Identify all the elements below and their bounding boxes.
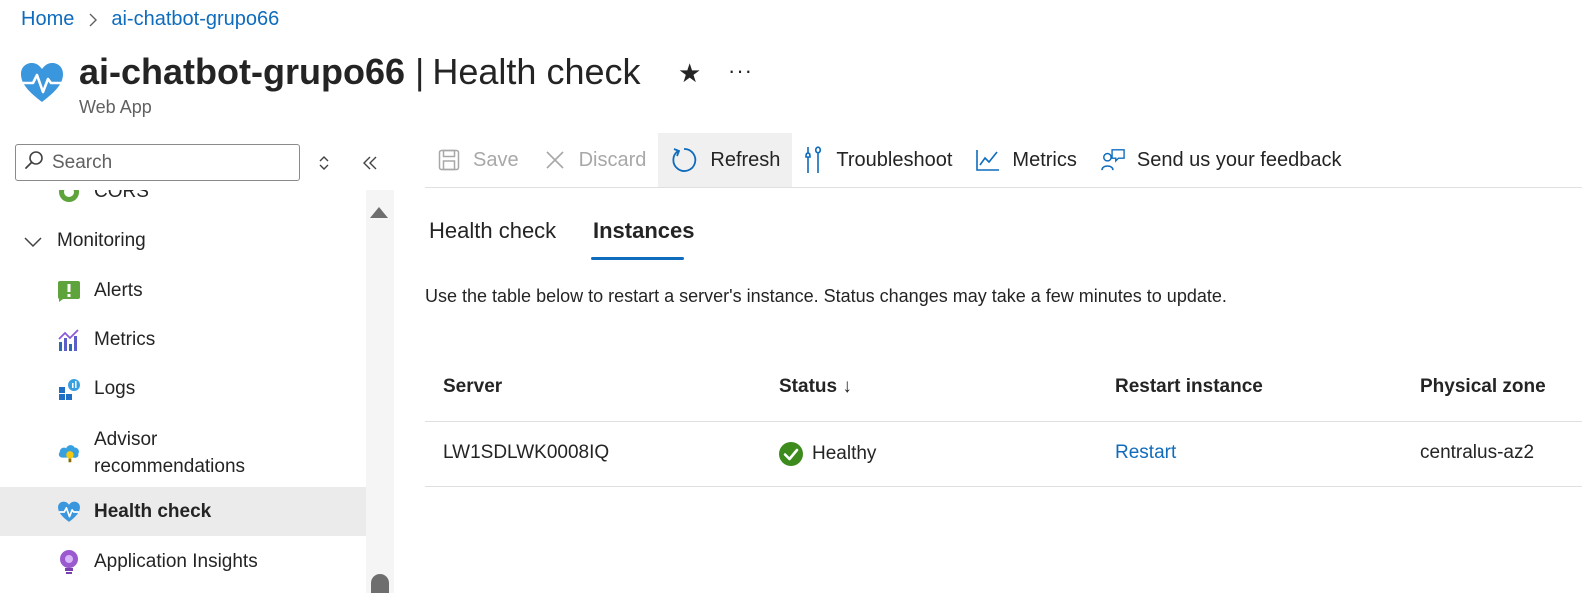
breadcrumb: Home ai-chatbot-grupo66 [21, 8, 279, 31]
page-name: Health check [432, 51, 641, 92]
more-options-icon[interactable]: ··· [728, 56, 753, 86]
tab-health-check[interactable]: Health check [429, 218, 556, 244]
save-label: Save [473, 148, 519, 171]
title-separator: | [415, 51, 425, 92]
column-header-restart[interactable]: Restart instance [1115, 376, 1263, 398]
favorite-star-icon[interactable]: ★ [678, 58, 701, 88]
tab-selected-indicator [591, 257, 684, 260]
sidebar-item-label: Metrics [94, 329, 156, 350]
restart-link[interactable]: Restart [1115, 442, 1176, 464]
sidebar-item-application-insights[interactable]: Application Insights [0, 542, 366, 582]
metrics-icon [57, 328, 81, 352]
feedback-label: Send us your feedback [1136, 148, 1342, 171]
collapse-sidebar-icon[interactable] [357, 150, 383, 176]
toolbar-divider [425, 187, 1582, 188]
heart-pulse-icon [19, 62, 65, 104]
healthy-check-icon [779, 442, 803, 466]
column-header-status[interactable]: Status ↓ [779, 376, 852, 398]
sidebar-item-label: Advisor recommendations [94, 426, 245, 480]
feedback-icon [1101, 147, 1125, 173]
search-input[interactable] [52, 151, 282, 174]
logs-icon [57, 377, 81, 401]
refresh-button[interactable]: Refresh [658, 133, 793, 187]
sidebar-item-alerts[interactable]: Alerts [0, 271, 366, 311]
sidebar-group-monitoring[interactable]: Monitoring [0, 221, 366, 261]
troubleshoot-label: Troubleshoot [836, 148, 953, 171]
sidebar-item-health-check[interactable]: Health check [0, 487, 366, 536]
cell-zone: centralus-az2 [1420, 442, 1535, 463]
sidebar-nav: CORS Monitoring Alerts Metrics Logs Advi… [0, 190, 366, 593]
scrollbar-thumb[interactable] [371, 574, 389, 593]
breadcrumb-home-link[interactable]: Home [21, 8, 74, 31]
sidebar-item-label: Logs [94, 378, 136, 399]
discard-label: Discard [578, 148, 647, 171]
refresh-label: Refresh [710, 148, 781, 171]
metrics-label: Metrics [1012, 148, 1077, 171]
header-divider [425, 421, 1582, 422]
advisor-label-line1: Advisor [94, 429, 158, 450]
refresh-icon [670, 147, 698, 173]
metrics-button[interactable]: Metrics [964, 133, 1088, 187]
discard-button[interactable]: Discard [531, 133, 659, 187]
cors-icon [57, 190, 81, 204]
page-title: ai-chatbot-grupo66 | Health check [79, 50, 640, 94]
save-icon [437, 147, 461, 173]
command-bar: Save Discard Refresh Troubleshoot Metric… [425, 133, 1353, 187]
sidebar-item-label: CORS [94, 190, 149, 202]
sidebar-item-metrics[interactable]: Metrics [0, 320, 366, 360]
chevron-down-icon [23, 233, 43, 255]
expand-collapse-icon[interactable] [311, 150, 337, 176]
troubleshoot-button[interactable]: Troubleshoot [792, 133, 964, 187]
cell-restart: Restart [1115, 442, 1176, 464]
close-icon [543, 147, 567, 173]
insights-icon [57, 550, 81, 574]
status-text: Healthy [812, 443, 877, 464]
sidebar-search[interactable] [15, 144, 300, 181]
sidebar-group-label: Monitoring [57, 230, 146, 251]
advisor-icon [57, 441, 81, 465]
line-chart-icon [976, 147, 1000, 173]
chevron-right-icon [88, 12, 98, 28]
heart-icon [57, 500, 81, 524]
troubleshoot-icon [804, 146, 824, 173]
scroll-up-arrow-icon[interactable] [370, 207, 388, 218]
feedback-button[interactable]: Send us your feedback [1089, 133, 1354, 187]
save-button[interactable]: Save [425, 133, 531, 187]
cell-status: Healthy [779, 442, 876, 466]
sidebar-item-cors[interactable]: CORS [0, 190, 366, 204]
column-header-zone[interactable]: Physical zone [1420, 376, 1546, 398]
tab-instances[interactable]: Instances [593, 218, 695, 244]
sidebar-item-label: Health check [94, 500, 212, 522]
sidebar-item-label: Alerts [94, 280, 143, 301]
resource-name: ai-chatbot-grupo66 [79, 51, 406, 92]
advisor-label-line2: recommendations [94, 456, 246, 477]
row-divider [425, 486, 1582, 487]
alerts-icon [57, 279, 81, 303]
sidebar-item-label: Application Insights [94, 551, 258, 572]
instances-description: Use the table below to restart a server'… [425, 286, 1227, 306]
breadcrumb-resource-link[interactable]: ai-chatbot-grupo66 [111, 8, 279, 31]
sidebar-item-logs[interactable]: Logs [0, 369, 366, 409]
search-icon [24, 150, 44, 175]
page-subtitle: Web App [79, 97, 152, 117]
sidebar-scrollbar[interactable] [366, 190, 394, 593]
sidebar-item-advisor[interactable]: Advisor recommendations [0, 423, 366, 483]
cell-server: LW1SDLWK0008IQ [443, 442, 610, 463]
column-header-server[interactable]: Server [443, 376, 502, 398]
